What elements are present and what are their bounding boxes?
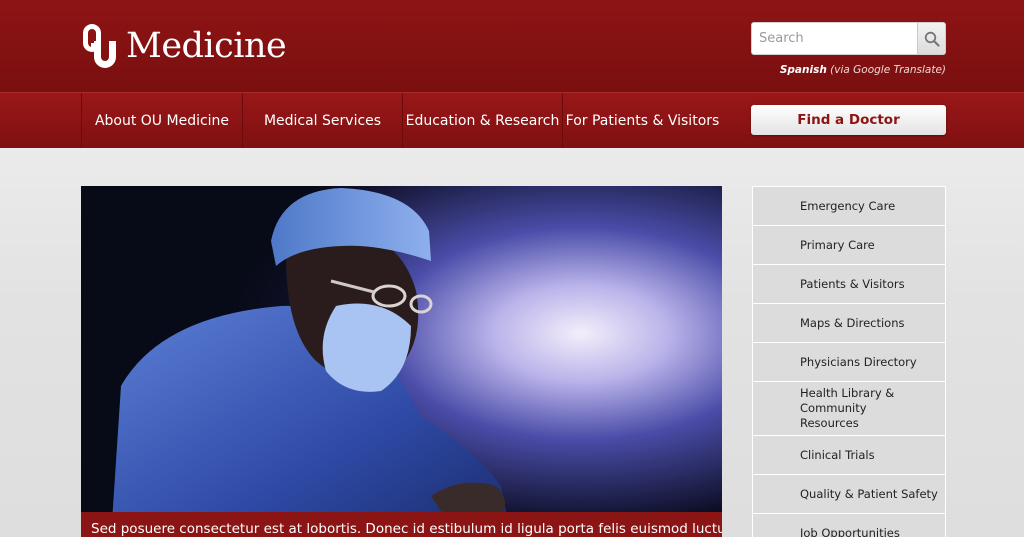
translate-note: (via Google Translate) xyxy=(826,64,946,76)
logo-text: Medicine xyxy=(126,26,287,66)
nav-item-medical-services[interactable]: Medical Services xyxy=(242,93,402,148)
sidebar-item-health-library[interactable]: Health Library & Community Resources xyxy=(752,381,946,436)
nav-item-patients-visitors[interactable]: For Patients & Visitors xyxy=(562,93,722,148)
find-a-doctor-button[interactable]: Find a Doctor xyxy=(751,105,946,135)
sidebar-item-job-opportunities[interactable]: Job Opportunities xyxy=(752,513,946,537)
nav-item-education-research[interactable]: Education & Research xyxy=(402,93,562,148)
hero-image[interactable] xyxy=(81,186,722,537)
translate-link[interactable]: Spanish (via Google Translate) xyxy=(760,64,946,76)
hero-caption: Sed posuere consectetur est at lobortis.… xyxy=(81,512,722,537)
site-header: Medicine Spanish (via Google Translate) xyxy=(0,0,1024,92)
sidebar-item-primary-care[interactable]: Primary Care xyxy=(752,225,946,265)
sidebar-item-physicians-directory[interactable]: Physicians Directory xyxy=(752,342,946,382)
quick-links-sidebar: Emergency Care Primary Care Patients & V… xyxy=(752,186,946,537)
search-icon xyxy=(924,31,940,47)
ou-logo-icon xyxy=(83,24,116,68)
sidebar-item-maps-directions[interactable]: Maps & Directions xyxy=(752,303,946,343)
surgeon-photo xyxy=(81,186,722,537)
sidebar-item-emergency-care[interactable]: Emergency Care xyxy=(752,186,946,226)
search-input[interactable] xyxy=(752,23,918,54)
sidebar-item-patients-visitors[interactable]: Patients & Visitors xyxy=(752,264,946,304)
sidebar-item-clinical-trials[interactable]: Clinical Trials xyxy=(752,435,946,475)
sidebar-item-quality-safety[interactable]: Quality & Patient Safety xyxy=(752,474,946,514)
search-button[interactable] xyxy=(917,23,945,54)
search-box xyxy=(751,22,946,55)
translate-language[interactable]: Spanish xyxy=(780,64,827,76)
nav-item-about[interactable]: About OU Medicine xyxy=(81,93,242,148)
main-nav: About OU Medicine Medical Services Educa… xyxy=(0,92,1024,148)
ou-medicine-logo[interactable]: Medicine xyxy=(80,22,287,70)
